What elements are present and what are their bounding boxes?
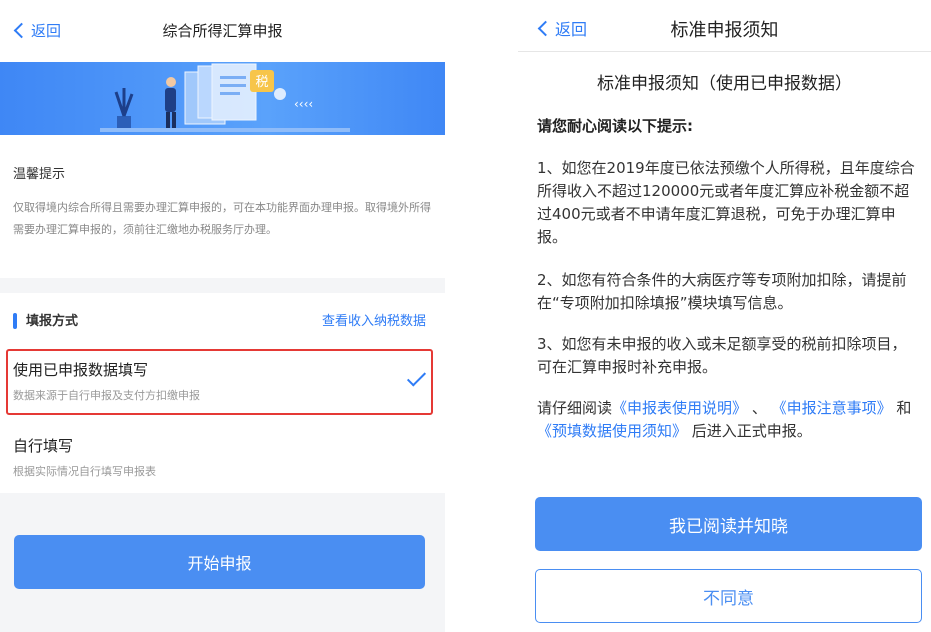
svg-text:税: 税 xyxy=(255,75,268,90)
arrows-icon: ‹‹‹‹ xyxy=(294,97,313,111)
plant-icon xyxy=(114,88,134,130)
document-title: 标准申报须知（使用已申报数据） xyxy=(597,74,852,94)
final-post: 后进入正式申报。 xyxy=(691,422,812,440)
option-title: 自行填写 xyxy=(13,437,74,455)
view-income-tax-data-link[interactable]: 查看收入纳税数据 xyxy=(322,310,426,329)
option-title: 使用已申报数据填写 xyxy=(13,361,149,379)
disagree-button[interactable]: 不同意 xyxy=(535,569,922,623)
final-pre: 请仔细阅读 xyxy=(537,399,613,417)
check-icon xyxy=(406,367,427,387)
final-sep: 、 xyxy=(751,399,767,417)
nav-bar: 返回 标准申报须知 xyxy=(518,0,931,52)
page-title: 标准申报须知 xyxy=(670,20,779,41)
notice-paragraph-1: 1、如您在2019年度已依法预缴个人所得税，且年度综合所得收入不超过120000… xyxy=(537,159,915,246)
person-icon xyxy=(165,77,176,128)
method-header: 填报方式 查看收入纳税数据 xyxy=(0,293,445,345)
start-declaration-button[interactable]: 开始申报 xyxy=(14,535,425,589)
notice-paragraph-final: 请仔细阅读《申报表使用说明》 、 《申报注意事项》 和 《预填数据使用须知》 后… xyxy=(537,397,915,443)
form-instructions-link[interactable]: 《申报表使用说明》 xyxy=(612,399,747,417)
method-label: 填报方式 xyxy=(26,314,79,329)
banner: 税 ‹‹‹‹ xyxy=(0,62,445,135)
notice-paragraph-2: 2、如您有符合条件的大病医疗等专项附加扣除，请提前在“专项附加扣除填报”模块填写… xyxy=(537,271,907,312)
document-intro: 请您耐心阅读以下提示: xyxy=(537,117,693,135)
nav-bar: 返回 综合所得汇算申报 xyxy=(0,0,445,62)
tips-card: 温馨提示 仅取得境内综合所得且需要办理汇算申报的，可在本功能界面办理申报。取得境… xyxy=(0,135,445,278)
page-title: 综合所得汇算申报 xyxy=(162,22,283,40)
option-subtitle: 数据来源于自行申报及支付方扣缴申报 xyxy=(13,389,200,402)
left-screen: 返回 综合所得汇算申报 税 ‹‹‹‹ 温馨提示 仅取得境内综合所得且需要办理汇算… xyxy=(0,0,445,632)
section-marker xyxy=(13,313,17,329)
prefill-data-notice-link[interactable]: 《预填数据使用须知》 xyxy=(537,422,687,440)
option-use-declared-data[interactable]: 使用已申报数据填写 数据来源于自行申报及支付方扣缴申报 xyxy=(0,350,445,416)
declaration-notes-link[interactable]: 《申报注意事项》 xyxy=(772,399,892,417)
final-mid: 和 xyxy=(896,399,912,417)
documents-icon xyxy=(184,63,257,125)
banner-illustration: 税 ‹‹‹‹ xyxy=(100,63,350,132)
option-subtitle: 根据实际情况自行填写申报表 xyxy=(13,465,156,478)
tips-body: 仅取得境内综合所得且需要办理汇算申报的，可在本功能界面办理申报。取得境外所得需要… xyxy=(13,201,431,236)
agree-button[interactable]: 我已阅读并知晓 xyxy=(535,497,922,551)
tax-badge-icon: 税 xyxy=(250,70,274,92)
right-screen: 返回 标准申报须知 标准申报须知（使用已申报数据） 请您耐心阅读以下提示: 1、… xyxy=(518,0,931,632)
notice-paragraph-3: 3、如您有未申报的收入或未足额享受的税前扣除项目，可在汇算申报时补充申报。 xyxy=(537,335,907,376)
method-card: 填报方式 查看收入纳税数据 使用已申报数据填写 数据来源于自行申报及支付方扣缴申… xyxy=(0,293,445,493)
option-self-fill[interactable]: 自行填写 根据实际情况自行填写申报表 xyxy=(0,426,445,492)
tips-title: 温馨提示 xyxy=(13,167,66,182)
